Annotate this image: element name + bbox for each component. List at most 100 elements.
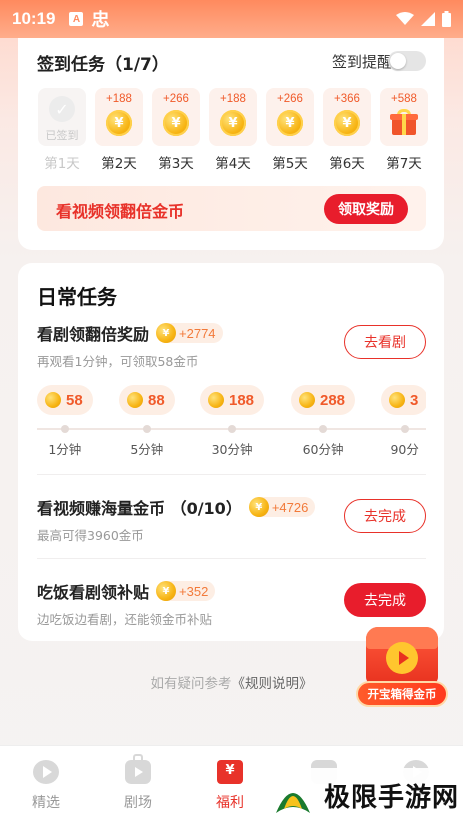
status-bar: 10:19 A 忠 bbox=[0, 0, 463, 38]
daily-tasks-title: 日常任务 bbox=[37, 285, 117, 309]
checkin-title: 签到任务（1/7） bbox=[37, 55, 169, 75]
milestone-dot bbox=[142, 425, 151, 433]
checkin-day-label: 第2天 bbox=[101, 156, 137, 172]
status-indicators bbox=[396, 11, 451, 27]
play-icon bbox=[386, 642, 418, 674]
milestone-value: 288 bbox=[320, 391, 346, 409]
checkin-day-reward: +588 bbox=[391, 93, 417, 105]
treasure-chest-button[interactable]: 开宝箱得金币 bbox=[356, 627, 448, 709]
signal-icon bbox=[421, 12, 435, 26]
nav-label: 福利 bbox=[216, 795, 244, 811]
task-watch-video: 看视频赚海量金币 （0/10） ¥ +4726 最高可得3960金币 去完成 bbox=[37, 495, 426, 545]
watermark-text: 极限手游网 bbox=[324, 783, 460, 813]
tv-icon bbox=[125, 754, 151, 784]
video-bonus-text: 看视频领翻倍金币 bbox=[56, 202, 185, 221]
task-meal-subsidy: 吃饭看剧领补贴 ¥ +352 边吃饭边看剧，还能领金币补贴 去完成 bbox=[37, 579, 426, 629]
watermark-logo bbox=[270, 773, 316, 819]
checkin-day-6[interactable]: +366 ¥ 第6天 bbox=[322, 88, 372, 172]
nav-item-featured[interactable]: 精选 bbox=[16, 760, 76, 812]
complete-video-task-button[interactable]: 去完成 bbox=[344, 499, 426, 533]
task-bonus-value: +2774 bbox=[179, 325, 216, 341]
task-title: 看视频赚海量金币 （0/10） bbox=[37, 499, 242, 518]
daily-tasks-card: 日常任务 看剧领翻倍奖励 ¥ +2774 再观看1分钟，可领取58金币 去看剧 … bbox=[18, 263, 444, 641]
nav-label: 精选 bbox=[32, 795, 60, 811]
checkin-day-reward: +266 bbox=[163, 93, 189, 105]
checkin-remind-label: 签到提醒 bbox=[331, 53, 392, 71]
task-bonus-badge: ¥ +2774 bbox=[156, 323, 223, 343]
coin-icon bbox=[45, 392, 61, 408]
checkin-day-5[interactable]: +266 ¥ 第5天 bbox=[265, 88, 315, 172]
milestone-value: 58 bbox=[66, 391, 83, 409]
coin-icon bbox=[299, 392, 315, 408]
checkin-day-3[interactable]: +266 ¥ 第3天 bbox=[151, 88, 201, 172]
rules-prefix: 如有疑问参考 bbox=[150, 676, 232, 692]
checkin-day-reward: +188 bbox=[220, 93, 246, 105]
checkin-day-reward: +188 bbox=[106, 93, 132, 105]
milestone-label: 60分钟 bbox=[302, 442, 344, 457]
task-bonus-value: +4726 bbox=[271, 499, 309, 515]
checkin-done-text: 已签到 bbox=[45, 129, 79, 142]
play-circle-icon bbox=[33, 760, 59, 784]
coin-icon: ¥ bbox=[156, 581, 177, 601]
rules-link[interactable]: 《规则说明》 bbox=[232, 676, 313, 692]
claim-reward-button[interactable]: 领取奖励 bbox=[324, 194, 408, 224]
milestone-dot bbox=[400, 425, 409, 433]
wifi-icon bbox=[396, 12, 414, 25]
watermark-logo-icon bbox=[276, 792, 310, 813]
battery-icon bbox=[442, 11, 451, 27]
treasure-label: 开宝箱得金币 bbox=[356, 681, 448, 707]
milestone-value: 188 bbox=[229, 391, 255, 409]
app-logo-icon: 忠 bbox=[91, 10, 110, 31]
coin-icon bbox=[208, 392, 224, 408]
milestone-dot bbox=[319, 425, 328, 433]
checkin-day-label: 第7天 bbox=[386, 156, 422, 172]
checkin-day-label: 第3天 bbox=[158, 156, 194, 172]
checkin-day-7[interactable]: +588 第7天 bbox=[379, 88, 429, 172]
milestone-item: 58 1分钟 bbox=[37, 385, 93, 458]
checkin-day-2[interactable]: +188 ¥ 第2天 bbox=[94, 88, 144, 172]
coin-icon: ¥ bbox=[277, 110, 303, 136]
task-title: 看剧领翻倍奖励 bbox=[37, 325, 150, 344]
divider bbox=[37, 474, 426, 475]
task-bonus-badge: ¥ +4726 bbox=[248, 497, 316, 517]
checkin-days: ✓ 已签到 第1天 +188 ¥ 第2天 +266 ¥ 第3天 +188 ¥ 第… bbox=[37, 88, 429, 172]
video-bonus-banner: 看视频领翻倍金币 领取奖励 bbox=[37, 186, 426, 231]
checkin-day-label: 第6天 bbox=[329, 156, 365, 172]
checkin-day-label: 第5天 bbox=[272, 156, 308, 172]
welfare-icon bbox=[217, 760, 243, 784]
go-watch-drama-button[interactable]: 去看剧 bbox=[344, 325, 426, 359]
milestone-label: 90分 bbox=[390, 442, 419, 457]
nav-item-welfare[interactable]: 福利 bbox=[200, 760, 260, 812]
milestone-item: 3 90分 bbox=[381, 385, 426, 458]
coin-icon: ¥ bbox=[220, 110, 246, 136]
task-bonus-badge: ¥ +352 bbox=[156, 581, 216, 601]
checkin-day-1: ✓ 已签到 第1天 bbox=[37, 88, 87, 172]
checkin-remind-toggle[interactable] bbox=[388, 51, 426, 71]
watch-time-milestones: 58 1分钟 88 5分钟 188 30分钟 288 60分钟 3 90分 bbox=[37, 385, 426, 460]
checkin-card: 签到任务（1/7） 签到提醒 ✓ 已签到 第1天 +188 ¥ 第2天 +266… bbox=[18, 38, 444, 250]
checkin-day-reward: +366 bbox=[334, 93, 360, 105]
gift-box-icon bbox=[390, 109, 418, 135]
status-time: 10:19 bbox=[12, 9, 56, 28]
task-bonus-value: +352 bbox=[179, 583, 209, 599]
watermark: 极限手游网 bbox=[262, 768, 463, 823]
check-icon: ✓ bbox=[49, 96, 75, 122]
task-watch-drama: 看剧领翻倍奖励 ¥ +2774 再观看1分钟，可领取58金币 去看剧 bbox=[37, 321, 426, 371]
complete-meal-task-button[interactable]: 去完成 bbox=[344, 583, 426, 617]
milestone-label: 1分钟 bbox=[48, 442, 82, 457]
milestone-dot bbox=[228, 425, 237, 433]
milestone-item: 188 30分钟 bbox=[200, 385, 265, 458]
coin-icon: ¥ bbox=[156, 323, 177, 343]
app-notification-icon: A bbox=[69, 12, 84, 26]
milestone-item: 88 5分钟 bbox=[119, 385, 175, 458]
checkin-day-4[interactable]: +188 ¥ 第4天 bbox=[208, 88, 258, 172]
milestone-item: 288 60分钟 bbox=[291, 385, 356, 458]
checkin-day-label: 第1天 bbox=[44, 156, 80, 172]
divider bbox=[37, 558, 426, 559]
milestone-dot bbox=[60, 425, 69, 433]
nav-item-theater[interactable]: 剧场 bbox=[108, 754, 168, 812]
coin-icon: ¥ bbox=[248, 497, 269, 517]
coin-icon: ¥ bbox=[163, 110, 189, 136]
milestone-label: 5分钟 bbox=[130, 442, 164, 457]
checkin-day-reward: +266 bbox=[277, 93, 303, 105]
